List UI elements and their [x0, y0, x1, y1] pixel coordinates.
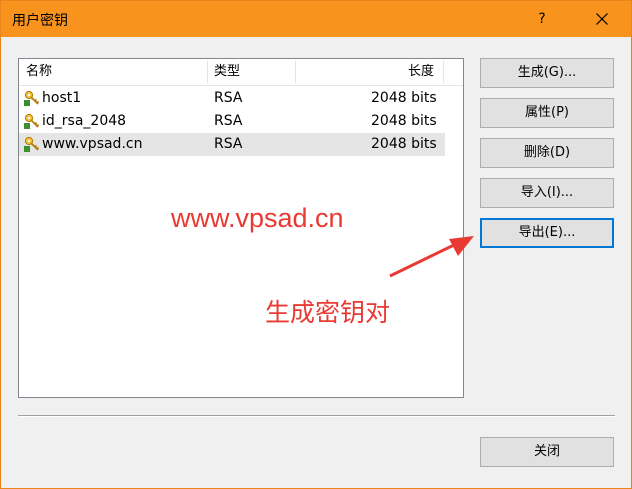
- annotation-arrow: [389, 236, 474, 278]
